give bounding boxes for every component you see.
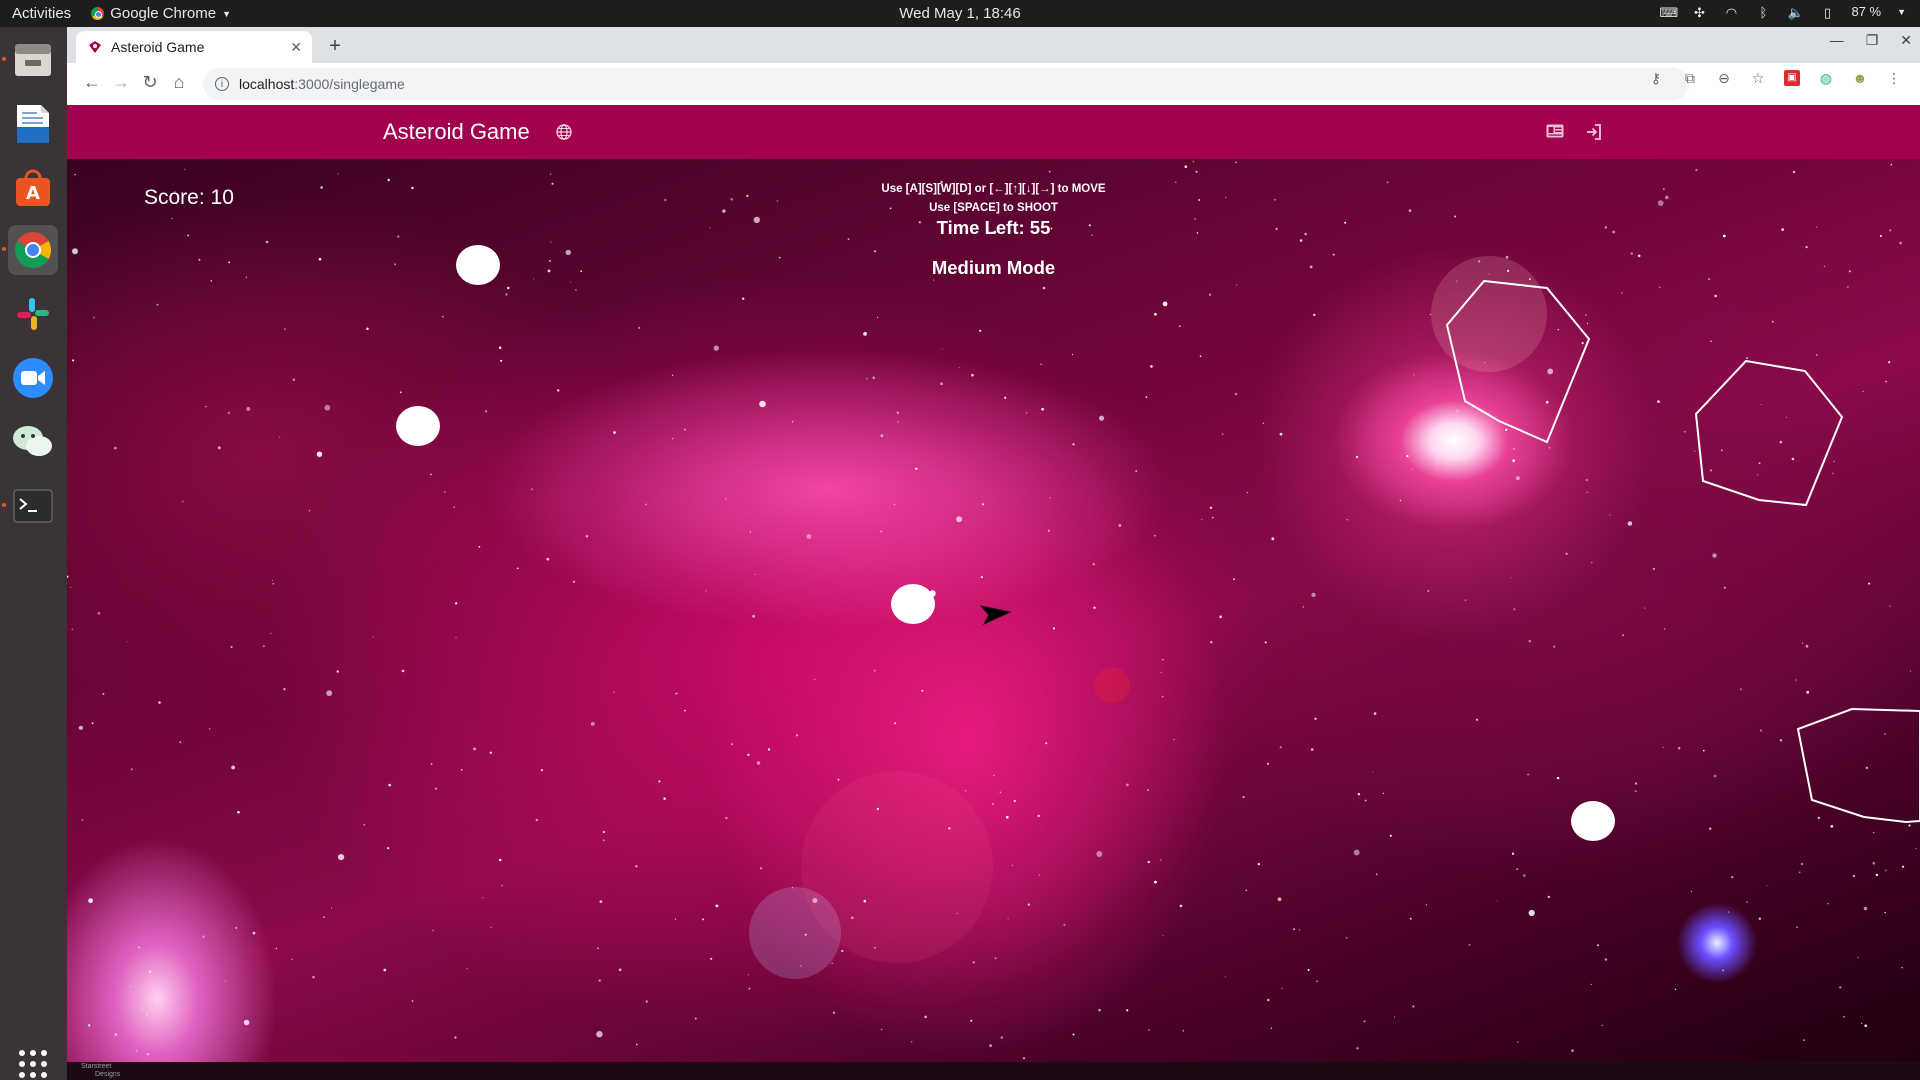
bullet-orb bbox=[1571, 801, 1615, 841]
window-controls: — ❐ ✕ bbox=[1830, 32, 1912, 49]
forward-icon[interactable]: → bbox=[109, 72, 133, 93]
globe-icon[interactable] bbox=[556, 124, 572, 140]
files-icon[interactable] bbox=[8, 35, 58, 85]
lens-flare bbox=[1094, 667, 1130, 703]
difficulty-mode-display: Medium Mode bbox=[931, 257, 1056, 278]
dock: A bbox=[0, 27, 67, 1080]
wechat-icon[interactable] bbox=[8, 417, 58, 467]
browser-window: Asteroid Game ✕ + — ❐ ✕ ← → ↻ ⌂ i localh… bbox=[67, 27, 1920, 1080]
bullet-orb bbox=[891, 584, 935, 624]
lens-flare bbox=[801, 771, 993, 963]
zoom-icon[interactable] bbox=[8, 353, 58, 403]
chrome-icon[interactable] bbox=[8, 225, 58, 275]
restore-icon[interactable]: ❐ bbox=[1866, 32, 1879, 49]
menu-kebab-icon[interactable]: ⋮ bbox=[1886, 70, 1902, 86]
tab-favicon-icon bbox=[89, 41, 101, 53]
address-bar[interactable]: i localhost:3000/singlegame bbox=[203, 68, 1689, 100]
time-left-display: Time Left: 55 bbox=[936, 217, 1051, 238]
tab-close-icon[interactable]: ✕ bbox=[290, 39, 302, 56]
system-top-bar: Activities Google Chrome ▼ Wed May 1, 18… bbox=[0, 0, 1920, 27]
game-canvas[interactable]: Score: 10 Use [A][S][W][D] or [←][↑][↓][… bbox=[67, 159, 1920, 1062]
minimize-icon[interactable]: — bbox=[1830, 32, 1844, 49]
slack-tray-icon[interactable]: ✣ bbox=[1691, 5, 1707, 20]
wifi-icon[interactable]: ◠ bbox=[1723, 5, 1739, 20]
bullet-orb bbox=[396, 406, 440, 446]
shoot-instructions: Use [SPACE] to SHOOT bbox=[929, 202, 1058, 214]
battery-icon[interactable]: ▯ bbox=[1819, 5, 1835, 20]
tab-title: Asteroid Game bbox=[111, 39, 205, 55]
translate-icon[interactable]: ⧉ bbox=[1682, 70, 1698, 86]
volume-icon[interactable]: 🔈 bbox=[1787, 5, 1803, 20]
software-center-icon[interactable]: A bbox=[8, 163, 58, 213]
key-icon[interactable]: ⚷ bbox=[1648, 70, 1664, 86]
new-tab-button[interactable]: + bbox=[321, 33, 349, 61]
page-content: Asteroid Game Score: 10 Use [A][S][W][D]… bbox=[67, 105, 1920, 1080]
asteroid bbox=[1694, 359, 1844, 507]
extension-red-icon[interactable]: ▣ bbox=[1784, 70, 1800, 86]
svg-text:A: A bbox=[26, 183, 40, 204]
back-icon[interactable]: ← bbox=[80, 72, 104, 93]
writer-icon[interactable] bbox=[8, 99, 58, 149]
url-text[interactable]: localhost:3000/singlegame bbox=[239, 76, 405, 92]
bluetooth-icon[interactable]: ᛒ bbox=[1755, 5, 1771, 20]
browser-tab[interactable]: Asteroid Game ✕ bbox=[76, 31, 312, 63]
extension-green-icon[interactable]: ◍ bbox=[1818, 70, 1834, 86]
zoom-icon[interactable]: ⊖ bbox=[1716, 70, 1732, 86]
battery-percent[interactable]: 87 % bbox=[1851, 4, 1881, 19]
keyboard-icon[interactable]: ⌨ bbox=[1659, 5, 1678, 20]
move-instructions: Use [A][S][W][D] or [←][↑][↓][→] to MOVE bbox=[881, 183, 1106, 195]
profile-avatar-icon[interactable]: ☻ bbox=[1852, 70, 1868, 86]
game-sprites bbox=[396, 245, 1920, 979]
site-info-icon[interactable]: i bbox=[215, 77, 229, 91]
clock[interactable]: Wed May 1, 18:46 bbox=[0, 5, 1920, 22]
terminal-icon[interactable] bbox=[8, 481, 58, 531]
close-window-icon[interactable]: ✕ bbox=[1900, 32, 1912, 49]
player-ship bbox=[979, 605, 1012, 626]
app-navbar: Asteroid Game bbox=[67, 105, 1920, 159]
footer-logo: Starstreet Designs bbox=[81, 1063, 120, 1079]
footer-logo-line1: Starstreet bbox=[81, 1063, 112, 1070]
asteroid bbox=[1796, 707, 1920, 824]
star-icon[interactable]: ☆ bbox=[1750, 70, 1766, 86]
home-icon[interactable]: ⌂ bbox=[167, 72, 191, 93]
slack-icon[interactable] bbox=[8, 289, 58, 339]
app-grid-icon[interactable] bbox=[8, 1039, 58, 1080]
sign-in-icon[interactable] bbox=[1586, 124, 1602, 140]
footer-logo-line2: Designs bbox=[95, 1071, 121, 1078]
system-menu-chevron-icon[interactable]: ▼ bbox=[1897, 7, 1906, 17]
reload-icon[interactable]: ↻ bbox=[138, 72, 162, 93]
tab-strip: Asteroid Game ✕ + — ❐ ✕ bbox=[67, 27, 1920, 63]
page-footer: Starstreet Designs bbox=[67, 1062, 1920, 1080]
brand-title[interactable]: Asteroid Game bbox=[383, 119, 530, 145]
id-card-icon[interactable] bbox=[1546, 124, 1564, 138]
browser-toolbar: ← → ↻ ⌂ i localhost:3000/singlegame ⚷ ⧉ … bbox=[67, 63, 1920, 106]
